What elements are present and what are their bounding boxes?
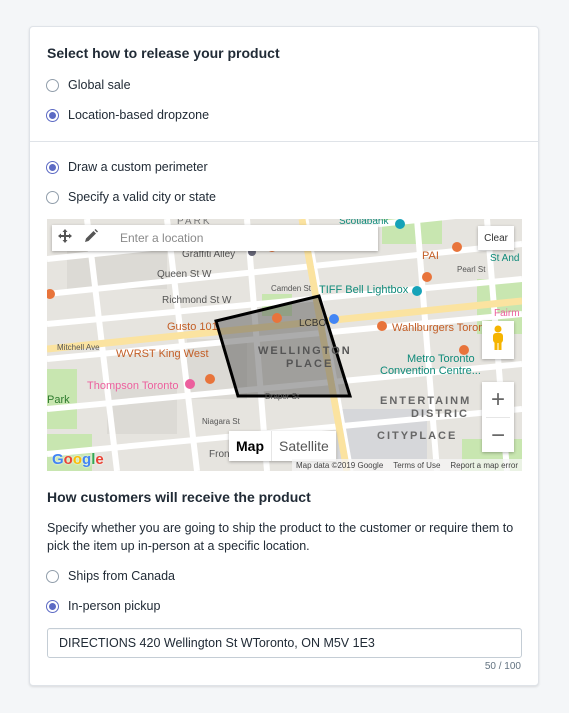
radio-button[interactable] — [46, 599, 59, 613]
radio-label: Location-based dropzone — [68, 108, 210, 122]
radio-global-sale[interactable]: Global sale — [46, 75, 131, 95]
map-label: St And — [490, 253, 519, 264]
map-type-satellite-button[interactable]: Satellite — [271, 431, 336, 461]
map-label: WVRST King West — [116, 348, 209, 360]
radio-in-person-pickup[interactable]: In-person pickup — [46, 596, 160, 616]
map-type-map-button[interactable]: Map — [229, 431, 271, 461]
move-arrows-icon — [58, 228, 72, 248]
receive-heading: How customers will receive the product — [47, 489, 311, 505]
map-label: Wahlburgers Toronto — [392, 322, 494, 334]
radio-label: Specify a valid city or state — [68, 190, 216, 204]
zoom-controls: + − — [482, 382, 514, 452]
map-label: Park — [47, 394, 70, 406]
zoom-in-button[interactable]: + — [482, 382, 514, 417]
map-label: TIFF Bell Lightbox — [319, 284, 409, 296]
pickup-address-input[interactable] — [47, 628, 522, 658]
zoom-out-button[interactable]: − — [482, 418, 514, 453]
map-drawing-toolbar — [52, 225, 378, 251]
radio-button[interactable] — [46, 78, 59, 92]
section-divider — [30, 141, 538, 142]
map-label: Convention Centre... — [380, 365, 481, 377]
map-attribution: Map data ©2019 Google Terms of Use Repor… — [291, 459, 522, 471]
radio-button[interactable] — [46, 108, 59, 122]
map-label: LCBO — [299, 318, 326, 329]
radio-button[interactable] — [46, 569, 59, 583]
radio-button[interactable] — [46, 160, 59, 174]
map-label: Camden St — [271, 284, 312, 293]
street-view-pegman[interactable] — [482, 321, 514, 359]
radio-label: In-person pickup — [68, 599, 161, 613]
map-label: Metro Toronto — [407, 353, 475, 365]
map-label: WELLINGTON — [258, 345, 352, 357]
location-search-input[interactable] — [118, 230, 372, 246]
terms-of-use-link[interactable]: Terms of Use — [393, 461, 440, 470]
radio-city-state[interactable]: Specify a valid city or state — [46, 187, 216, 207]
character-counter: 50 / 100 — [484, 661, 521, 672]
pencil-icon — [84, 228, 98, 248]
map-data-credit: Map data ©2019 Google — [295, 460, 384, 470]
release-settings-card: Select how to release your product Globa… — [29, 26, 539, 686]
draw-tool-button[interactable] — [78, 225, 104, 251]
perimeter-map[interactable]: PARK Scotiabank Graffiti Alley Queen St … — [47, 219, 522, 471]
map-label: Thompson Toronto — [87, 380, 179, 392]
google-logo: Google — [52, 451, 104, 468]
receive-description: Specify whether you are going to ship th… — [47, 521, 514, 553]
radio-label: Draw a custom perimeter — [68, 160, 208, 174]
map-label: DISTRIC — [411, 408, 469, 420]
report-map-error-link[interactable]: Report a map error — [450, 461, 518, 470]
pegman-icon — [490, 325, 506, 356]
map-label: PAI — [422, 250, 439, 262]
radio-custom-perimeter[interactable]: Draw a custom perimeter — [46, 157, 208, 177]
map-label: Richmond St W — [162, 295, 232, 306]
map-label: Draper St — [265, 392, 300, 401]
map-label: Niagara St — [202, 417, 241, 426]
radio-button[interactable] — [46, 190, 59, 204]
radio-location-dropzone[interactable]: Location-based dropzone — [46, 105, 209, 125]
map-label: CITYPLACE — [377, 430, 457, 442]
move-tool-button[interactable] — [52, 225, 78, 251]
map-label: Pearl St — [457, 265, 486, 274]
map-label: ENTERTAINM — [380, 395, 471, 407]
map-label: PLACE — [286, 358, 333, 370]
map-type-control: Map Satellite — [229, 431, 336, 461]
map-label: Queen St W — [157, 269, 212, 280]
radio-ships-from-canada[interactable]: Ships from Canada — [46, 566, 175, 586]
release-heading: Select how to release your product — [47, 45, 280, 61]
clear-perimeter-button[interactable]: Clear — [478, 226, 514, 250]
radio-label: Ships from Canada — [68, 569, 176, 583]
map-label: Mitchell Ave — [57, 343, 100, 352]
map-label: Fairm — [494, 308, 520, 319]
map-label: Gusto 101 — [167, 321, 218, 333]
radio-label: Global sale — [68, 78, 131, 92]
